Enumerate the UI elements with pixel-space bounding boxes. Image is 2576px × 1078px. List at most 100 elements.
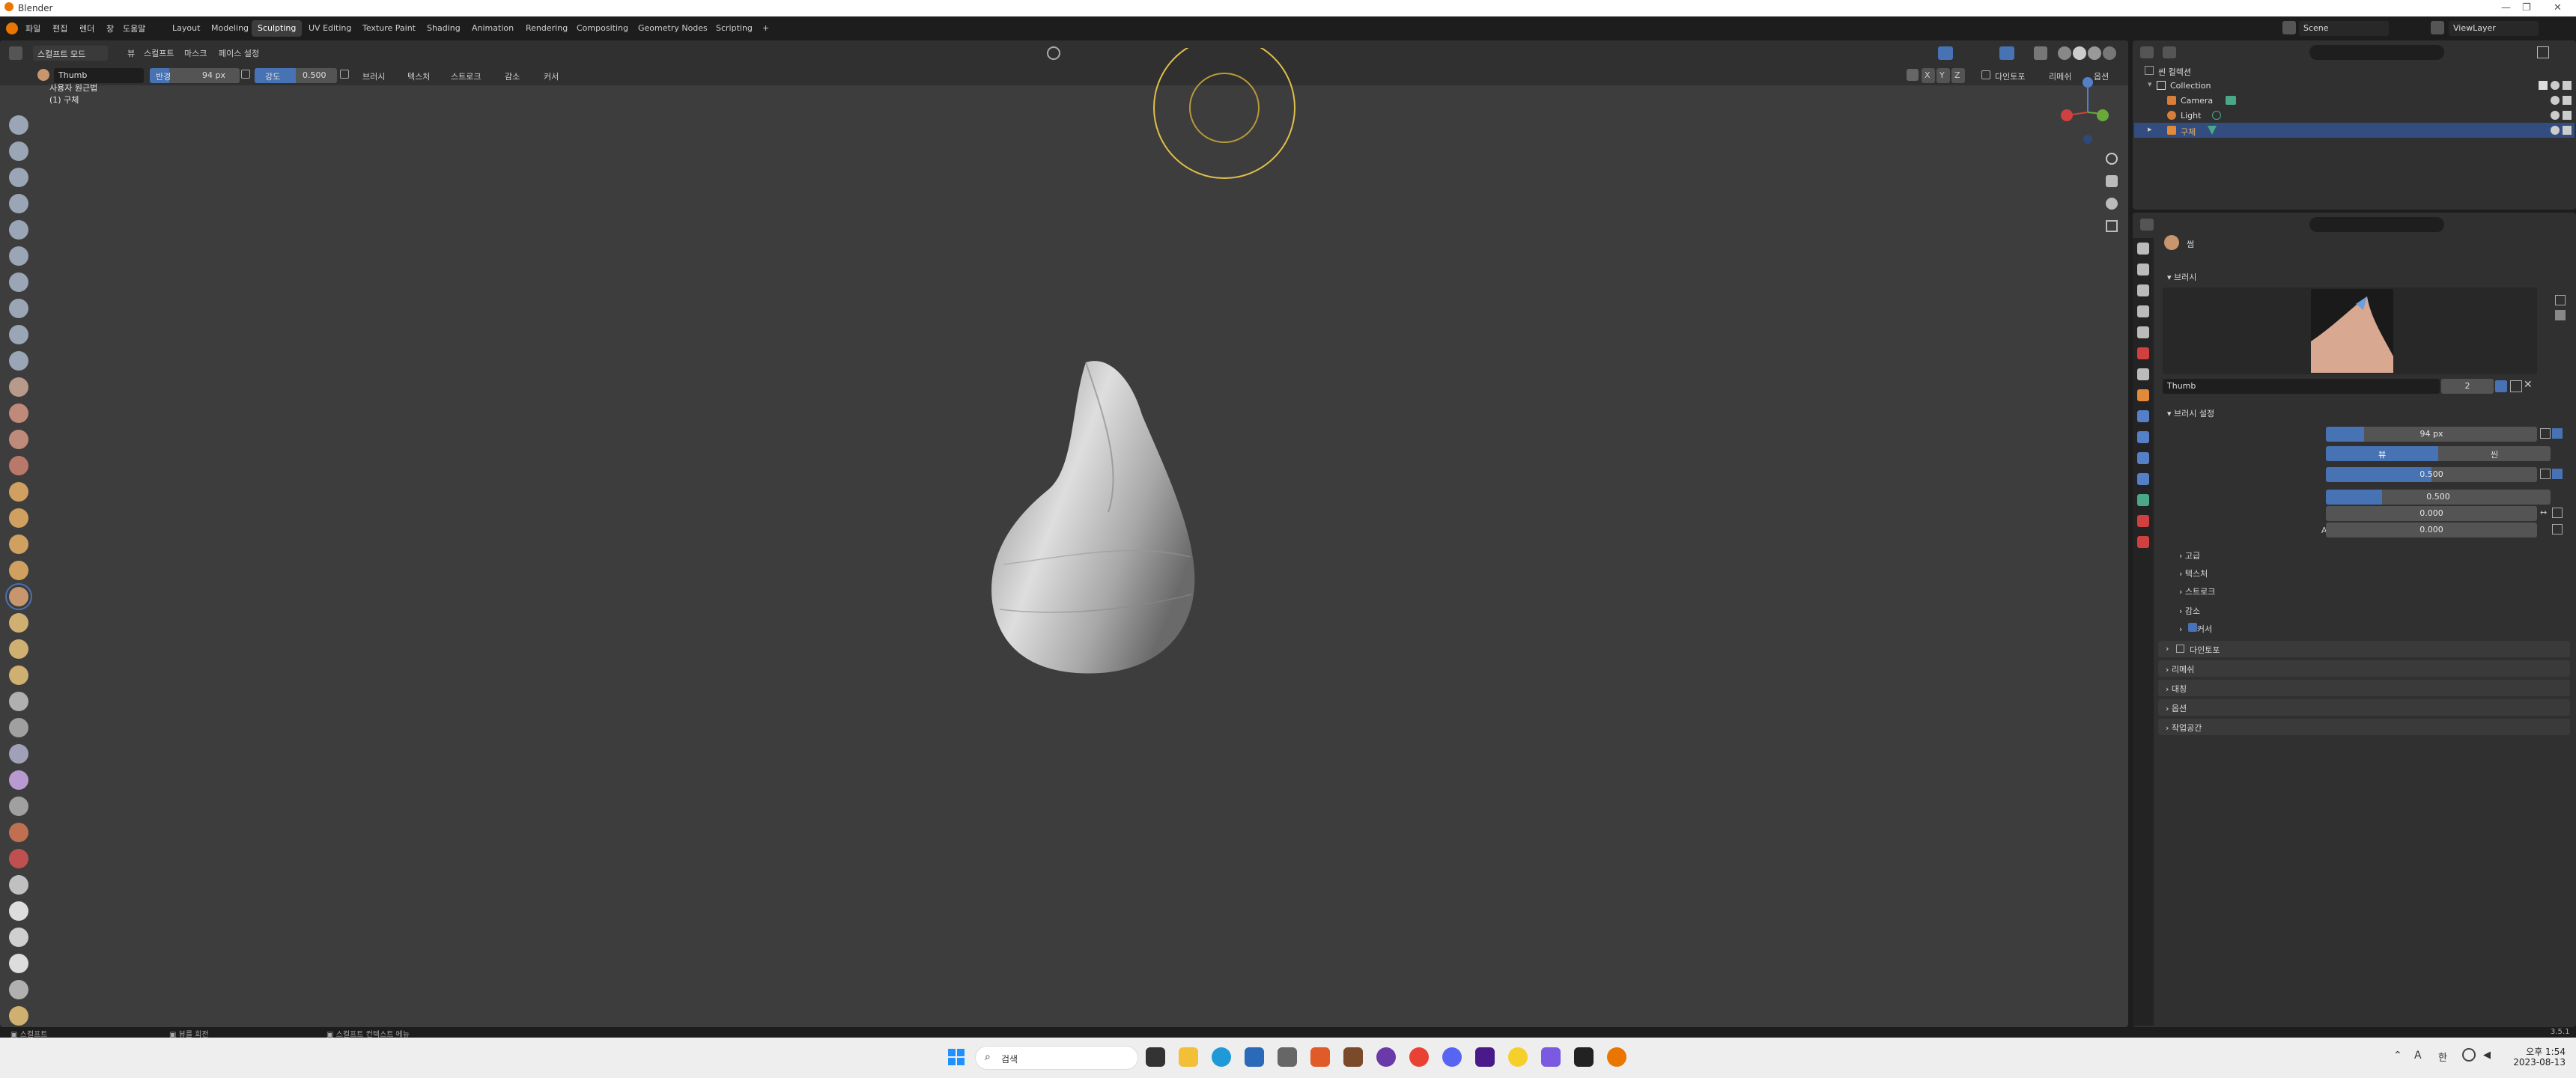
symmetry-x-toggle[interactable]: X <box>1922 68 1935 83</box>
properties-search-input[interactable] <box>2309 217 2444 232</box>
eye-icon[interactable] <box>2551 111 2560 120</box>
zoom-icon[interactable] <box>2106 153 2118 165</box>
pressure-strength-icon[interactable] <box>2540 469 2551 479</box>
symmetry-z-toggle[interactable]: Z <box>1951 68 1965 83</box>
radius-field[interactable]: 반경 94 px <box>150 68 240 83</box>
maximize-button[interactable]: ❐ <box>2522 2 2531 13</box>
tab-world-icon[interactable] <box>2137 347 2149 359</box>
tool-pinch-icon[interactable] <box>9 482 28 502</box>
brush-name-field[interactable]: Thumb <box>54 68 144 83</box>
volume-icon[interactable]: ◀ <box>2483 1050 2491 1061</box>
panel-dyntopo[interactable]: › 다인토포 <box>2158 641 2570 657</box>
menu-cursor[interactable]: 커서 <box>544 70 559 82</box>
tab-render-icon[interactable] <box>2137 264 2149 275</box>
tool-draw-icon[interactable] <box>9 115 28 135</box>
pressure-radius-icon[interactable] <box>2540 428 2551 439</box>
view-layer-field[interactable]: ViewLayer <box>2449 21 2539 36</box>
tab-output-icon[interactable] <box>2137 284 2149 296</box>
panel-options[interactable]: › 옵션 <box>2158 699 2570 716</box>
tool-paint-icon[interactable] <box>9 901 28 921</box>
mode-select[interactable]: 스컬프트 모드 <box>33 46 108 61</box>
tool-mask-icon[interactable] <box>9 797 28 816</box>
outliner-row-light[interactable]: Light <box>2137 108 2572 123</box>
eye-icon[interactable] <box>2551 126 2560 135</box>
properties-type-icon[interactable] <box>2140 219 2154 231</box>
menu-sculpt[interactable]: 스컬프트 <box>144 47 174 59</box>
hardness-slider[interactable]: 0.000 <box>2326 506 2537 521</box>
autosmooth-slider[interactable]: 0.000 <box>2326 523 2537 538</box>
tool-flatten-icon[interactable] <box>9 377 28 397</box>
discord-icon[interactable] <box>1442 1047 1462 1067</box>
camera-render-icon[interactable] <box>2563 126 2572 135</box>
checkbox-icon[interactable] <box>2539 81 2548 90</box>
close-button[interactable]: ✕ <box>2554 2 2562 13</box>
tool-simplify-icon[interactable] <box>9 770 28 790</box>
brush-section-header[interactable]: ▾ 브러시 <box>2167 271 2196 283</box>
tab-particles-icon[interactable] <box>2137 431 2149 443</box>
tool-scrape-icon[interactable] <box>9 430 28 449</box>
radius-unit-toggle[interactable]: 뷰 씬 <box>2326 446 2551 461</box>
tool-cloth-icon[interactable] <box>9 744 28 764</box>
outliner-type-icon[interactable] <box>2140 46 2154 58</box>
shading-solid-icon[interactable] <box>2073 46 2086 60</box>
tab-uv-editing[interactable]: UV Editing <box>303 20 357 37</box>
tab-texture-paint[interactable]: Texture Paint <box>356 20 422 37</box>
tray-overflow-icon[interactable]: ⌃ <box>2393 1050 2402 1062</box>
unity-icon[interactable] <box>1574 1047 1594 1067</box>
tool-inflate-icon[interactable] <box>9 272 28 292</box>
menu-edit[interactable]: 편집 <box>52 22 67 34</box>
radius-pressure-toggle-icon[interactable] <box>2552 428 2563 439</box>
pressure-hardness-icon[interactable] <box>2552 508 2563 518</box>
fake-user-shield-icon[interactable] <box>2495 380 2507 392</box>
menu-help[interactable]: 도움말 <box>123 22 145 34</box>
ortho-grid-icon[interactable] <box>2106 220 2118 232</box>
tool-slide-relax-icon[interactable] <box>9 692 28 711</box>
clock-date[interactable]: 2023-08-13 <box>2513 1057 2566 1068</box>
menu-brush[interactable]: 브러시 <box>362 70 385 82</box>
windows-start-icon[interactable] <box>948 1049 965 1065</box>
tab-geometry-nodes[interactable]: Geometry Nodes <box>632 20 714 37</box>
camera-render-icon[interactable] <box>2563 81 2572 90</box>
tab-modifiers-icon[interactable] <box>2137 410 2149 422</box>
file-explorer-icon[interactable] <box>1179 1047 1198 1067</box>
tab-tool-icon[interactable] <box>2137 243 2149 255</box>
visual-studio-icon[interactable] <box>1541 1047 1561 1067</box>
menu-texture[interactable]: 텍스처 <box>407 70 430 82</box>
pan-hand-icon[interactable] <box>2106 175 2118 187</box>
tool-clay-thumb-icon[interactable] <box>9 220 28 240</box>
pivot-icon[interactable] <box>1047 46 1060 60</box>
tool-boundary-icon[interactable] <box>9 718 28 737</box>
dyntopo-checkbox[interactable] <box>1981 70 1990 79</box>
app-icon[interactable] <box>1343 1047 1363 1067</box>
brush-users-count[interactable]: 2 <box>2441 379 2494 394</box>
brush-settings-section-header[interactable]: ▾ 브러시 설정 <box>2167 407 2214 419</box>
radius-unit-scene-option[interactable]: 씬 <box>2438 446 2551 461</box>
tool-box-mask-icon[interactable] <box>9 954 28 973</box>
symmetry-y-toggle[interactable]: Y <box>1936 68 1950 83</box>
tool-clay-icon[interactable] <box>9 168 28 187</box>
tab-scene-icon[interactable] <box>2137 326 2149 338</box>
blender-menu-icon[interactable] <box>6 22 18 34</box>
chrome-icon[interactable] <box>1409 1047 1429 1067</box>
tab-physics-icon[interactable] <box>2137 452 2149 464</box>
input-mode-indicator[interactable]: A <box>2414 1050 2422 1062</box>
preset-dropdown-icon[interactable] <box>2555 295 2566 305</box>
outliner-search-input[interactable] <box>2309 45 2444 60</box>
outliner-row-scene-collection[interactable]: 씬 컬렉션 <box>2137 63 2572 78</box>
outliner-row-camera[interactable]: Camera <box>2137 93 2572 108</box>
tab-collection-icon[interactable] <box>2137 368 2149 380</box>
outliner-row-sphere[interactable]: ▸ 구체 <box>2134 123 2575 138</box>
panel-remesh[interactable]: › 리메쉬 <box>2158 660 2570 677</box>
tool-draw-sharp-icon[interactable] <box>9 141 28 161</box>
camera-view-icon[interactable] <box>2106 198 2118 210</box>
clock-time[interactable]: 오후 1:54 <box>2513 1045 2566 1058</box>
tab-compositing[interactable]: Compositing <box>571 20 634 37</box>
tab-modeling[interactable]: Modeling <box>205 20 255 37</box>
task-view-icon[interactable] <box>1146 1047 1165 1067</box>
tab-rendering[interactable]: Rendering <box>520 20 574 37</box>
navigation-gizmo[interactable] <box>2058 70 2110 160</box>
menu-render[interactable]: 렌더 <box>79 22 94 34</box>
camera-render-icon[interactable] <box>2563 96 2572 105</box>
outliner-row-collection[interactable]: ▾ Collection <box>2137 78 2572 93</box>
overlay-toggle-icon[interactable] <box>1999 46 2014 60</box>
